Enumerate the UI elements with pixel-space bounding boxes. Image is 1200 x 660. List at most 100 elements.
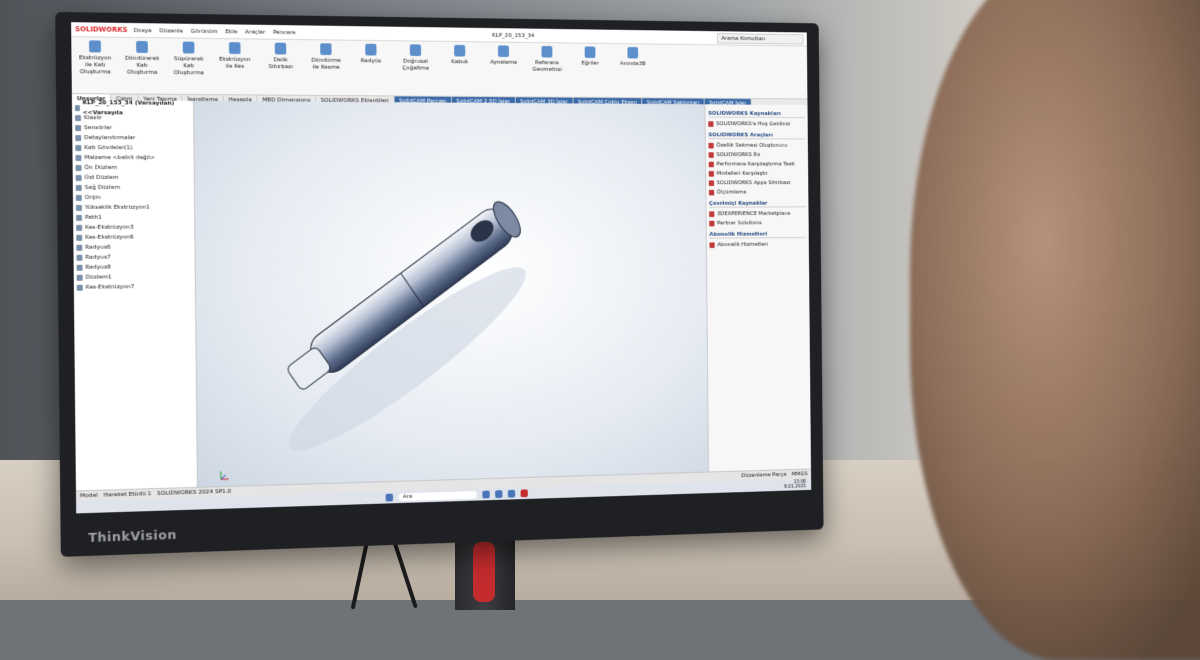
annotation-icon [75, 135, 81, 141]
axis-triad-icon [219, 469, 229, 479]
tree-item[interactable]: Sağ Düzlem [76, 183, 191, 193]
excel-icon[interactable] [507, 490, 514, 498]
command-ribbon: Ekstrüzyon ile Katı Oluşturma Döndürerek… [71, 37, 807, 99]
taskpane-title: SOLIDWORKS Kaynakları [708, 110, 805, 118]
monitor: SOLIDWORKS Dosya Düzenle Görünüm Ekle Ar… [55, 12, 823, 557]
instant3d-icon [627, 47, 638, 58]
ribbon-button[interactable]: Radyüs [352, 44, 390, 93]
cut-icon [76, 235, 82, 241]
windows-start-icon[interactable] [385, 494, 393, 502]
revolve-icon [136, 41, 148, 53]
status-tab-model[interactable]: Model [80, 491, 98, 502]
fillet-icon [76, 245, 82, 251]
unit-system[interactable]: MMGS [791, 470, 807, 480]
menu-window[interactable]: Pencere [273, 28, 296, 35]
ribbon-button[interactable]: Anında3B [615, 47, 651, 95]
menu-insert[interactable]: Ekle [225, 28, 237, 35]
ribbon-button[interactable]: Ekstrüzyon ile Katı Oluşturma [75, 40, 115, 90]
plane-icon [77, 275, 83, 281]
sensor-icon [75, 125, 81, 131]
menu-file[interactable]: Dosya [133, 27, 151, 34]
screen: SOLIDWORKS Dosya Düzenle Görünüm Ekle Ar… [71, 22, 811, 513]
extrude-cut-icon [229, 42, 241, 54]
ribbon-button[interactable]: Referans Geometrisi [529, 46, 566, 94]
taskpane-link[interactable]: SOLIDWORKS'e Hoş Geldiniz [708, 119, 805, 129]
folder-icon[interactable] [482, 491, 489, 499]
task-pane: SOLIDWORKS Kaynakları SOLIDWORKS'e Hoş G… [705, 104, 811, 472]
search-commands-input[interactable]: Arama Komutları [717, 33, 804, 44]
ribbon-button[interactable]: Döndürme ile Kesme [307, 43, 345, 92]
ribbon-button[interactable]: Aynalama [485, 45, 522, 93]
cable-clip [473, 542, 495, 602]
tree-root[interactable]: KLP_20_153_34 (Varsayılan) <<Varsayıla [75, 103, 190, 114]
taskpane-link[interactable]: Performans Karşılaştırma Testi [709, 160, 806, 169]
origin-icon [76, 195, 82, 201]
extrude-icon [76, 205, 82, 211]
ribbon-button[interactable]: Eğriler [572, 46, 608, 94]
cut-icon [77, 285, 83, 291]
tree-item[interactable]: Kes-Ekstrüzyon3 [76, 222, 191, 233]
taskbar-search[interactable]: Ara [398, 491, 476, 501]
fillet-icon [76, 255, 82, 261]
sweep-icon [183, 42, 195, 54]
tree-item[interactable]: Katı Gövdeler(1) [75, 143, 190, 153]
tree-item[interactable]: Yükseklik Ekstrüzyon1 [76, 203, 191, 213]
ribbon-button[interactable]: Doğrusal Çoğaltma [397, 44, 434, 93]
person-foreground [910, 0, 1200, 660]
main-area: KLP_20_153_34 (Varsayılan) <<Varsayıla K… [72, 100, 811, 491]
reference-geometry-icon [541, 46, 552, 58]
tree-item[interactable]: Ön Düzlem [76, 163, 191, 173]
taskpane-link[interactable]: Abonelik Hizmetleri [709, 240, 806, 250]
hole-wizard-icon [275, 43, 287, 55]
tree-item[interactable]: Path1 [76, 212, 191, 222]
taskpane-link[interactable]: Partner Solutions [709, 218, 806, 228]
revolve-cut-icon [320, 43, 331, 55]
part-icon [75, 105, 80, 111]
fillet-icon [77, 265, 83, 271]
tree-item[interactable]: Orijin [76, 193, 191, 203]
mirror-icon [498, 45, 509, 57]
tool-icon [709, 152, 714, 158]
ribbon-button[interactable]: Döndürerek Katı Oluşturma [122, 41, 161, 91]
outlook-icon[interactable] [495, 490, 502, 498]
solidworks-icon[interactable] [520, 489, 527, 497]
cut-icon [76, 225, 82, 231]
shell-icon [454, 45, 465, 57]
taskpane-link[interactable]: SOLIDWORKS Rx [709, 150, 806, 160]
taskpane-link[interactable]: Özellik Sekmesi Oluşturucu [708, 141, 805, 151]
taskpane-link[interactable]: 3DEXPERIENCE Marketplace [709, 209, 806, 219]
ribbon-button[interactable]: Ekstrüzyon ile Kes [216, 42, 255, 92]
ribbon-button[interactable]: Süpürerek Katı Oluşturma [169, 41, 208, 91]
pattern-icon [410, 44, 421, 56]
tool-icon [709, 162, 714, 168]
fillet-icon [365, 44, 376, 56]
tool-icon [708, 143, 713, 149]
marketplace-icon [709, 211, 714, 217]
taskpane-link[interactable]: SOLIDWORKS Apps Sihirbazı [709, 178, 806, 187]
tool-icon [709, 171, 714, 177]
curves-icon [585, 46, 596, 58]
taskpane-link[interactable]: Modelleri Karşılaştır [709, 169, 806, 178]
sketch-icon [76, 215, 82, 221]
part-model[interactable] [194, 101, 708, 488]
taskpane-link[interactable]: Ölçümleme [709, 188, 806, 198]
ribbon-button[interactable]: Kabuk [441, 45, 478, 93]
taskbar-clock: 13:06 8.01.2025 [784, 480, 806, 490]
menu-view[interactable]: Görünüm [191, 27, 218, 34]
plane-icon [76, 185, 82, 191]
graphics-viewport[interactable] [194, 101, 708, 488]
tree-item[interactable]: Kes-Ekstrüzyon7 [77, 282, 192, 293]
section-heading: SOLIDWORKS Araçları [708, 132, 805, 140]
app-logo: SOLIDWORKS [75, 25, 128, 34]
monitor-brand: ThinkVision [88, 528, 177, 546]
ribbon-button[interactable]: Delik Sihirbazı [261, 42, 299, 91]
menu-tools[interactable]: Araçlar [245, 28, 265, 35]
menu-edit[interactable]: Düzenle [159, 27, 183, 34]
document-title: KLP_20_153_34 [492, 31, 534, 38]
tree-item[interactable]: Malzeme <belirli değil> [75, 153, 190, 163]
folder-icon [75, 115, 81, 121]
tree-item[interactable]: Üst Düzlem [76, 173, 191, 183]
tree-item[interactable]: Detaylandırmalar [75, 133, 190, 143]
tree-item[interactable]: Sensörler [75, 123, 190, 133]
section-heading: Abonelik Hizmetleri [709, 231, 806, 239]
